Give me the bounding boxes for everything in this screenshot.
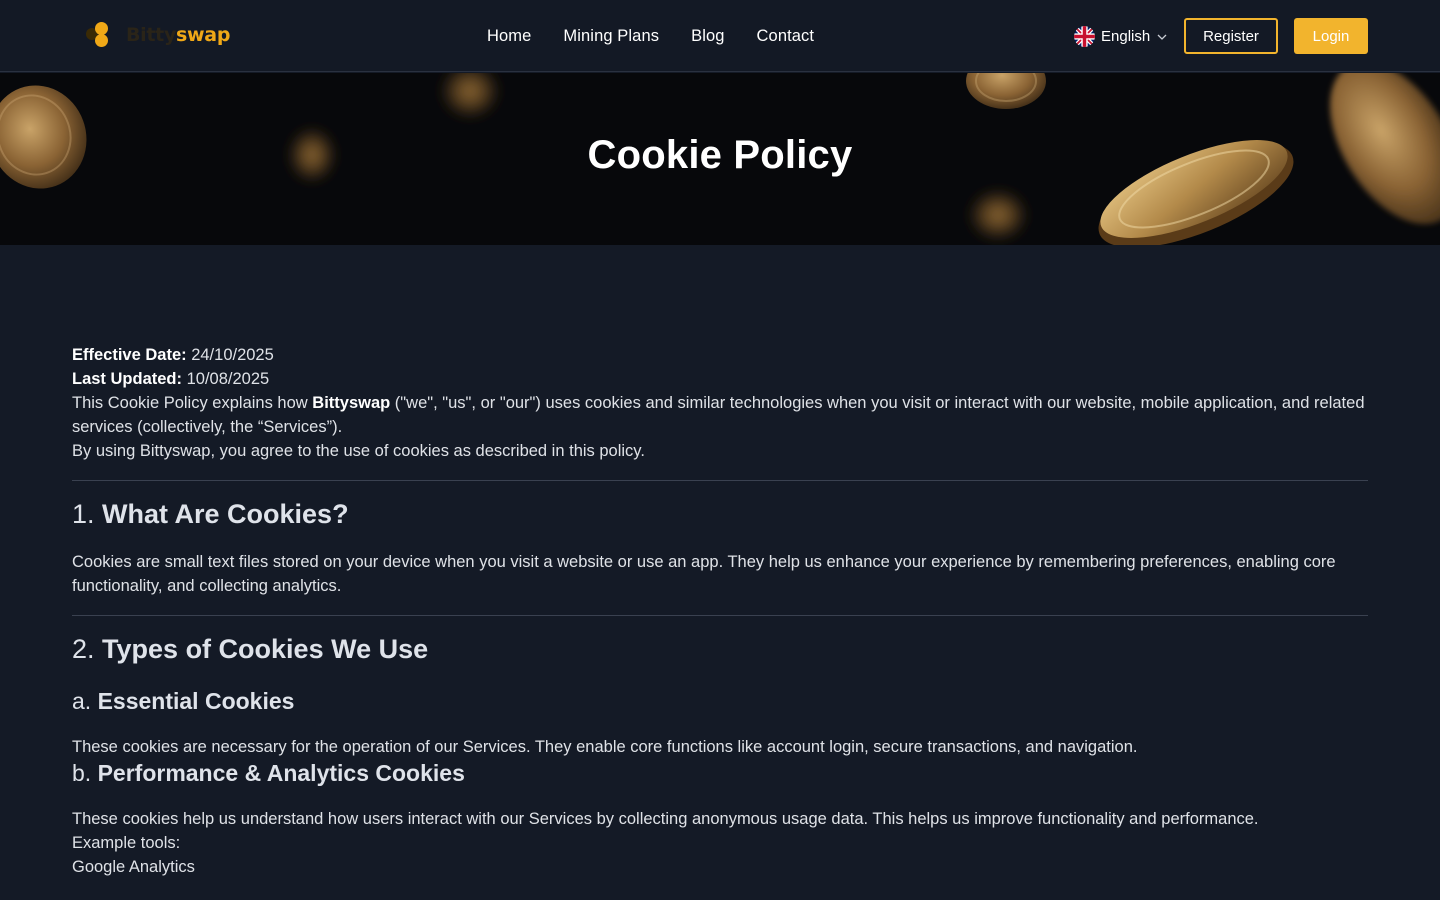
example-tool-item: Google Analytics bbox=[72, 858, 195, 876]
what-are-cookies-paragraph: Cookies are small text files stored on y… bbox=[72, 553, 1336, 595]
policy-content: Effective Date: 24/10/2025 Last Updated:… bbox=[72, 343, 1368, 879]
main-nav: Home Mining Plans Blog Contact bbox=[487, 0, 846, 72]
nav-contact[interactable]: Contact bbox=[757, 27, 815, 46]
site-header: Bittyswap Home Mining Plans Blog Contact… bbox=[0, 0, 1440, 72]
nav-home[interactable]: Home bbox=[487, 27, 531, 46]
performance-cookies-paragraph: These cookies help us understand how use… bbox=[72, 810, 1259, 828]
page-title: Cookie Policy bbox=[587, 133, 853, 177]
section-heading-types-of-cookies: 2. Types of Cookies We Use bbox=[72, 634, 429, 664]
subheading-performance-cookies: b. Performance & Analytics Cookies bbox=[72, 760, 465, 786]
language-selector[interactable]: English bbox=[1074, 26, 1168, 47]
section-divider bbox=[72, 615, 1368, 616]
language-label: English bbox=[1101, 28, 1151, 45]
example-tools-label: Example tools: bbox=[72, 834, 181, 852]
last-updated: Last Updated: 10/08/2025 bbox=[72, 370, 270, 388]
effective-date: Effective Date: 24/10/2025 bbox=[72, 346, 274, 364]
consent-paragraph: By using Bittyswap, you agree to the use… bbox=[72, 442, 645, 460]
nav-blog[interactable]: Blog bbox=[691, 27, 724, 46]
section-divider bbox=[72, 480, 1368, 481]
chevron-down-icon bbox=[1157, 34, 1167, 40]
uk-flag-icon bbox=[1074, 26, 1095, 47]
logo-mark-icon bbox=[86, 22, 110, 48]
bittyswap-logo[interactable]: Bittyswap bbox=[86, 22, 230, 48]
essential-cookies-paragraph: These cookies are necessary for the oper… bbox=[72, 738, 1138, 756]
logo-text: Bittyswap bbox=[126, 24, 231, 46]
subheading-essential-cookies: a. Essential Cookies bbox=[72, 688, 295, 714]
register-button[interactable]: Register bbox=[1184, 18, 1278, 54]
intro-paragraph: This Cookie Policy explains how Bittyswa… bbox=[72, 394, 1365, 436]
section-heading-what-are-cookies: 1. What Are Cookies? bbox=[72, 499, 349, 529]
hero-banner: Cookie Policy bbox=[0, 73, 1440, 245]
login-button[interactable]: Login bbox=[1294, 18, 1368, 54]
nav-mining-plans[interactable]: Mining Plans bbox=[563, 27, 659, 46]
